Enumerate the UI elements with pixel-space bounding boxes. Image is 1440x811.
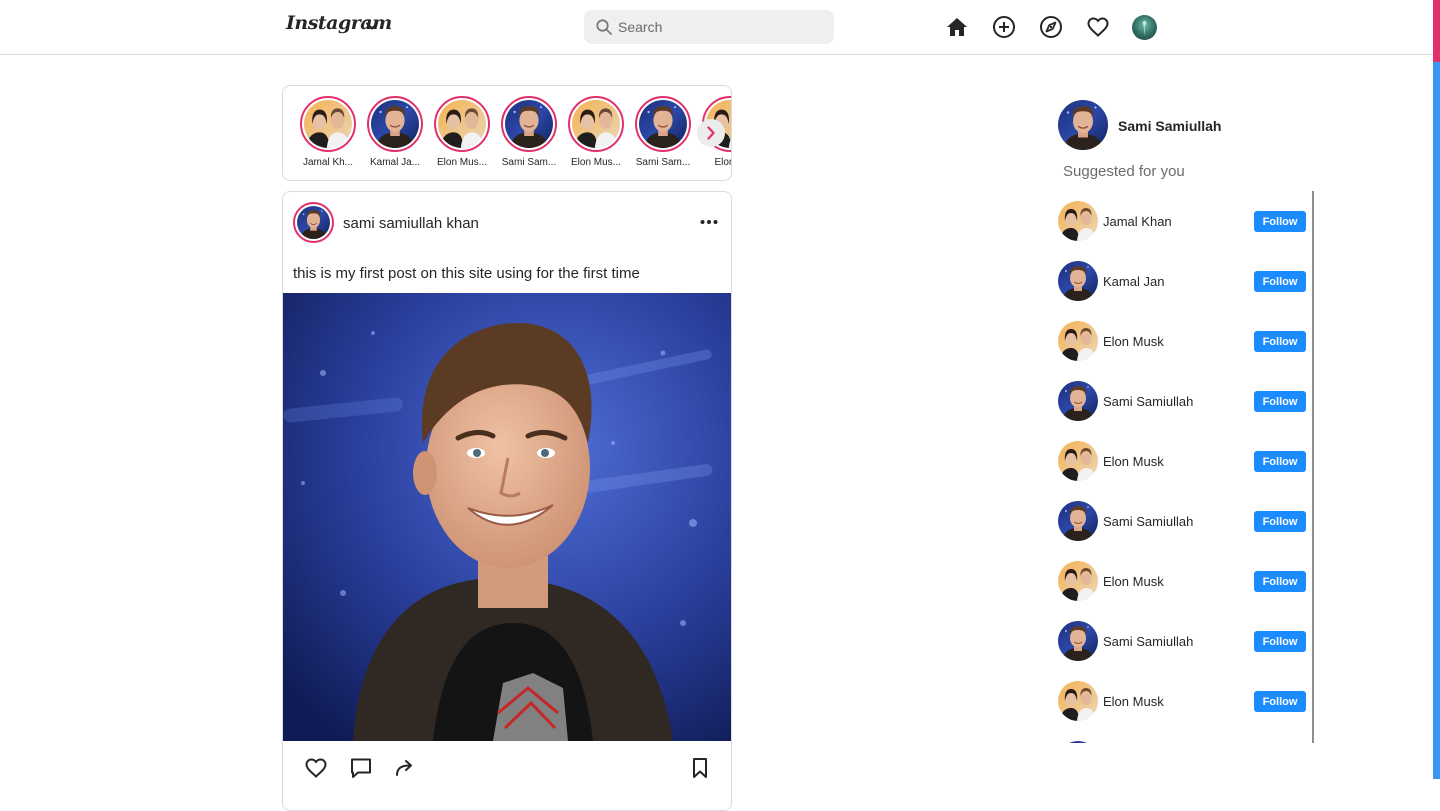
- story-ring: [300, 96, 356, 152]
- suggestion-avatar[interactable]: [1058, 261, 1098, 301]
- story-ring: [367, 96, 423, 152]
- stories-tray: Jamal Kh... Kamal Ja... Elon Mus... Sami…: [282, 85, 732, 181]
- suggestion-name[interactable]: Sami Samiullah: [1103, 634, 1193, 649]
- page-scrollbar-rail: [1433, 62, 1440, 779]
- suggestion-name[interactable]: Elon Musk: [1103, 694, 1164, 709]
- suggestion-avatar[interactable]: [1058, 741, 1098, 743]
- suggestion-row: Elon Musk Follow: [1056, 681, 1306, 723]
- stories-next-button[interactable]: [697, 119, 725, 147]
- story-item[interactable]: Jamal Kh...: [300, 96, 356, 176]
- story-name: Jamal Kh...: [302, 157, 354, 168]
- more-options-icon[interactable]: [699, 214, 719, 230]
- story-ring: [568, 96, 624, 152]
- story-name: Elon Mus...: [436, 157, 488, 168]
- story-item[interactable]: Elon Mus...: [434, 96, 490, 176]
- bookmark-icon[interactable]: [688, 756, 712, 780]
- post-author-name[interactable]: sami samiullah khan: [343, 215, 479, 232]
- suggested-heading: Suggested for you: [1063, 163, 1185, 180]
- post-caption: this is my first post on this site using…: [293, 265, 640, 282]
- follow-button[interactable]: Follow: [1254, 271, 1306, 292]
- story-name: Kamal Ja...: [369, 157, 421, 168]
- post-image[interactable]: [283, 293, 731, 741]
- add-post-icon[interactable]: [992, 15, 1016, 39]
- story-name: Sami Sam...: [501, 157, 557, 168]
- suggestion-row: Elon Musk Follow: [1056, 441, 1306, 483]
- share-icon[interactable]: [394, 756, 418, 780]
- page-scrollbar-thumb[interactable]: [1433, 0, 1440, 62]
- suggestion-name[interactable]: Kamal Jan: [1103, 274, 1164, 289]
- suggestion-avatar[interactable]: [1058, 621, 1098, 661]
- story-name: Elon Mus...: [570, 157, 622, 168]
- suggestion-row: Sami Samiullah Follow: [1056, 381, 1306, 423]
- suggestion-row: [1056, 741, 1306, 743]
- story-ring: [501, 96, 557, 152]
- suggestion-name[interactable]: Elon Musk: [1103, 454, 1164, 469]
- story-item[interactable]: Sami Sam...: [635, 96, 691, 176]
- activity-heart-icon[interactable]: [1086, 15, 1110, 39]
- suggestion-row: Sami Samiullah Follow: [1056, 621, 1306, 663]
- suggestion-avatar[interactable]: [1058, 561, 1098, 601]
- suggestion-row: Elon Musk Follow: [1056, 561, 1306, 603]
- post-author-avatar[interactable]: [293, 202, 334, 243]
- story-ring: [434, 96, 490, 152]
- story-name: Sami Sam...: [635, 157, 691, 168]
- suggestion-avatar[interactable]: [1058, 441, 1098, 481]
- current-user-name[interactable]: Sami Samiullah: [1118, 118, 1221, 134]
- suggestion-avatar[interactable]: [1058, 201, 1098, 241]
- suggestion-name[interactable]: Elon Musk: [1103, 574, 1164, 589]
- story-name: Elon M: [714, 157, 731, 168]
- follow-button[interactable]: Follow: [1254, 331, 1306, 352]
- home-icon[interactable]: [945, 15, 969, 39]
- profile-avatar[interactable]: [1132, 15, 1157, 40]
- feed-post: sami samiullah khan this is my first pos…: [282, 191, 732, 811]
- suggestion-row: Elon Musk Follow: [1056, 321, 1306, 363]
- suggestion-row: Sami Samiullah Follow: [1056, 501, 1306, 543]
- suggestion-name[interactable]: Elon Musk: [1103, 334, 1164, 349]
- follow-button[interactable]: Follow: [1254, 451, 1306, 472]
- story-item[interactable]: Sami Sam...: [501, 96, 557, 176]
- suggestion-name[interactable]: Sami Samiullah: [1103, 394, 1193, 409]
- story-item[interactable]: Kamal Ja...: [367, 96, 423, 176]
- follow-button[interactable]: Follow: [1254, 211, 1306, 232]
- suggestion-row: Jamal Khan Follow: [1056, 201, 1306, 243]
- suggestion-name[interactable]: Jamal Khan: [1103, 214, 1172, 229]
- current-user-avatar[interactable]: [1058, 100, 1108, 150]
- suggestion-avatar[interactable]: [1058, 501, 1098, 541]
- suggestions-list[interactable]: Jamal Khan Follow Kamal Jan Follow Elon …: [1056, 191, 1314, 743]
- suggestion-row: Kamal Jan Follow: [1056, 261, 1306, 303]
- search-box: [584, 10, 834, 44]
- follow-button[interactable]: Follow: [1254, 571, 1306, 592]
- chevron-right-icon: [707, 126, 715, 140]
- search-input[interactable]: [618, 17, 818, 37]
- follow-button[interactable]: Follow: [1254, 631, 1306, 652]
- search-icon: [596, 19, 612, 35]
- chevron-down-icon[interactable]: [364, 18, 380, 34]
- follow-button[interactable]: Follow: [1254, 391, 1306, 412]
- follow-button[interactable]: Follow: [1254, 691, 1306, 712]
- suggestion-avatar[interactable]: [1058, 321, 1098, 361]
- like-icon[interactable]: [304, 756, 328, 780]
- suggestion-name[interactable]: Sami Samiullah: [1103, 514, 1193, 529]
- top-navigation-bar: Instagram: [0, 0, 1440, 55]
- suggestion-avatar[interactable]: [1058, 681, 1098, 721]
- follow-button[interactable]: Follow: [1254, 511, 1306, 532]
- suggestion-avatar[interactable]: [1058, 381, 1098, 421]
- explore-icon[interactable]: [1039, 15, 1063, 39]
- comment-icon[interactable]: [349, 756, 373, 780]
- story-item[interactable]: Elon Mus...: [568, 96, 624, 176]
- story-ring: [635, 96, 691, 152]
